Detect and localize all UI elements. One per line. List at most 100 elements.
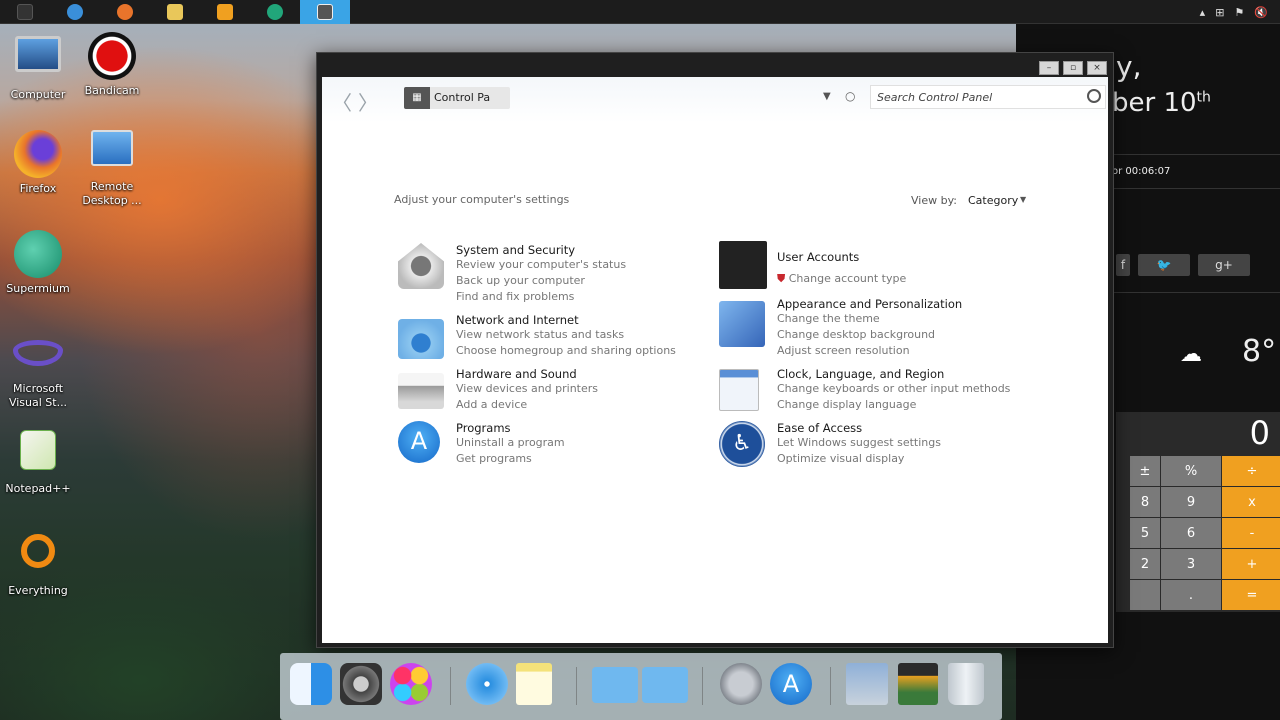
category-link[interactable]: Let Windows suggest settings (777, 436, 941, 449)
taskbar-explorer-button[interactable] (150, 0, 200, 24)
category-link[interactable]: Change keyboards or other input methods (777, 382, 1010, 395)
launchpad-icon[interactable] (720, 663, 762, 705)
category-link[interactable]: Uninstall a program (456, 436, 565, 449)
category-link[interactable]: Review your computer's status (456, 258, 626, 271)
volume-icon[interactable]: 🔇 (1254, 6, 1268, 19)
internet-explorer-icon (67, 3, 83, 20)
finder-icon[interactable] (290, 663, 332, 705)
category-link[interactable]: Optimize visual display (777, 452, 904, 465)
calc-key-equals[interactable]: = (1222, 580, 1280, 610)
back-button[interactable]: 〈 (332, 87, 352, 116)
app-store-icon[interactable]: A (770, 663, 812, 705)
search-icon[interactable] (1087, 89, 1101, 103)
applications-folder-icon[interactable] (642, 667, 688, 703)
calc-key[interactable]: % (1161, 456, 1221, 486)
desktop-icon-notepadpp[interactable]: Notepad++ (0, 430, 76, 496)
category-title[interactable]: User Accounts (777, 250, 859, 264)
breadcrumb-expand-icon[interactable] (490, 89, 508, 107)
notes-icon[interactable] (516, 663, 552, 705)
calc-key[interactable]: 6 (1161, 518, 1221, 548)
dock-separator (450, 667, 451, 705)
calc-key[interactable]: 8 (1130, 487, 1160, 517)
category-link[interactable]: Change the theme (777, 312, 880, 325)
twitter-button[interactable]: 🐦 (1138, 254, 1190, 276)
category-link[interactable]: Find and fix problems (456, 290, 574, 303)
network-icon[interactable]: ⊞ (1215, 6, 1224, 19)
calc-key[interactable] (1130, 580, 1160, 610)
desktop-icon-computer[interactable]: Computer (0, 32, 76, 102)
category-title[interactable]: Network and Internet (456, 313, 579, 327)
view-by-dropdown[interactable]: Category (968, 194, 1018, 207)
calc-key[interactable]: ± (1130, 456, 1160, 486)
category-link[interactable]: View network status and tasks (456, 328, 624, 341)
category-system-security: System and Security Review your computer… (398, 243, 708, 303)
category-link[interactable]: Get programs (456, 452, 532, 465)
game-center-icon[interactable] (390, 663, 432, 705)
category-link[interactable]: View devices and printers (456, 382, 598, 395)
forward-button[interactable]: 〉 (358, 87, 378, 116)
google-plus-button[interactable]: g+ (1198, 254, 1250, 276)
trash-icon[interactable] (948, 663, 984, 705)
taskbar-control-panel-button[interactable] (300, 0, 350, 24)
desktop-icon-visual-studio[interactable]: Microsoft Visual St... (0, 330, 76, 410)
maximize-button[interactable]: ▫ (1063, 61, 1083, 75)
category-link[interactable]: Adjust screen resolution (777, 344, 910, 357)
taskbar-ie-button[interactable] (50, 0, 100, 24)
desktop-icon-firefox[interactable]: Firefox (0, 130, 76, 196)
dock-separator (702, 667, 703, 705)
category-link[interactable]: Back up your computer (456, 274, 585, 287)
flag-icon[interactable]: ⚑ (1234, 6, 1244, 19)
desktop-icon-everything[interactable]: Everything (0, 528, 76, 598)
calc-key-subtract[interactable]: - (1222, 518, 1280, 548)
photo-booth-icon[interactable] (898, 663, 938, 705)
calc-key-multiply[interactable]: x (1222, 487, 1280, 517)
category-network-internet: Network and Internet View network status… (398, 313, 708, 359)
taskbar-firefox-button[interactable] (100, 0, 150, 24)
desktop-icon-bandicam[interactable]: Bandicam (74, 32, 150, 98)
category-title[interactable]: System and Security (456, 243, 575, 257)
folder-icon[interactable] (592, 667, 638, 703)
safari-icon[interactable] (466, 663, 508, 705)
category-link[interactable]: Choose homegroup and sharing options (456, 344, 676, 357)
desktop-icon-label: Supermium (6, 282, 70, 295)
calc-key[interactable]: 3 (1161, 549, 1221, 579)
preview-icon[interactable] (846, 663, 888, 705)
category-appearance: Appearance and Personalization Change th… (719, 297, 1029, 357)
remote-desktop-icon (91, 130, 133, 166)
monitor-icon (15, 36, 61, 72)
calc-key-divide[interactable]: ÷ (1222, 456, 1280, 486)
supermium-icon (14, 230, 62, 278)
chevron-up-icon[interactable]: ▴ (1200, 6, 1206, 19)
system-preferences-icon[interactable] (340, 663, 382, 705)
category-title[interactable]: Clock, Language, and Region (777, 367, 944, 381)
minimize-button[interactable]: – (1039, 61, 1059, 75)
category-title[interactable]: Ease of Access (777, 421, 862, 435)
address-bar: 〈 〉 ▦ Control Panel ▼ ○ Search Control P… (322, 77, 1108, 123)
search-input[interactable]: Search Control Panel (870, 85, 1106, 109)
calc-key-add[interactable]: + (1222, 549, 1280, 579)
facebook-button[interactable]: f (1116, 254, 1130, 276)
calc-key[interactable]: 9 (1161, 487, 1221, 517)
desktop-icon-label: Remote Desktop ... (82, 180, 142, 207)
desktop-icon-remote-desktop[interactable]: Remote Desktop ... (74, 130, 150, 208)
desktop-icon-supermium[interactable]: Supermium (0, 230, 76, 296)
system-security-icon (398, 243, 444, 289)
calc-key-decimal[interactable]: . (1161, 580, 1221, 610)
taskbar-start-button[interactable] (0, 0, 50, 24)
category-title[interactable]: Hardware and Sound (456, 367, 577, 381)
close-button[interactable]: × (1087, 61, 1107, 75)
chevron-down-icon[interactable]: ▼ (823, 91, 831, 102)
category-link[interactable]: Add a device (456, 398, 527, 411)
category-title[interactable]: Programs (456, 421, 511, 435)
taskbar-media-button[interactable] (200, 0, 250, 24)
category-link[interactable]: Change desktop background (777, 328, 935, 341)
taskbar-supermium-button[interactable] (250, 0, 300, 24)
category-link[interactable]: ⛊ Change account type (777, 272, 906, 286)
calc-key[interactable]: 2 (1130, 549, 1160, 579)
category-title[interactable]: Appearance and Personalization (777, 297, 962, 311)
refresh-icon[interactable]: ○ (845, 89, 855, 103)
chevron-down-icon[interactable]: ▼ (1020, 195, 1026, 204)
category-link[interactable]: Change display language (777, 398, 916, 411)
calc-key[interactable]: 5 (1130, 518, 1160, 548)
control-panel-icon (317, 3, 333, 20)
